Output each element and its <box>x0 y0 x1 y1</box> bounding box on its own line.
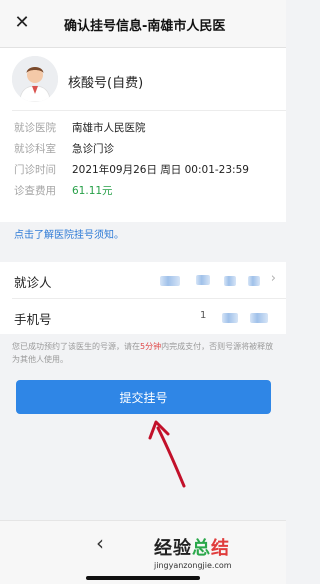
patient-name-redacted <box>196 275 210 285</box>
service-name: 核酸号(自费) <box>68 76 144 91</box>
watermark-url: jingyanzongjie.com <box>154 561 232 570</box>
doctor-row: 核酸号(自费) <box>12 56 274 106</box>
chevron-right-icon[interactable]: › <box>271 271 276 286</box>
phone-number-redacted <box>222 313 238 323</box>
patient-card: 就诊人 › 手机号 1 <box>0 262 286 334</box>
info-label: 就诊医院 <box>14 122 56 134</box>
info-value: 南雄市人民医院 <box>72 122 146 134</box>
patient-name-redacted <box>160 276 180 286</box>
watermark-cn: 经验总结 <box>154 538 230 559</box>
divider <box>12 110 286 111</box>
phone-label: 手机号 <box>14 312 52 327</box>
chevron-left-icon[interactable]: ‹ <box>96 533 104 553</box>
hint-time-limit: 5分钟 <box>140 342 162 351</box>
home-indicator <box>86 576 200 580</box>
info-row-department: 就诊科室 急诊门诊 <box>14 139 276 160</box>
doctor-avatar <box>12 56 58 102</box>
top-navigation-bar: ✕ 确认挂号信息-南雄市人民医 <box>0 0 286 48</box>
submit-registration-button[interactable]: 提交挂号 <box>16 380 271 414</box>
info-label: 诊查费用 <box>14 185 56 197</box>
info-row-time: 门诊时间 2021年09月26日 周日 00:01-23:59 <box>14 160 276 181</box>
appointment-info-card: 核酸号(自费) 就诊医院 南雄市人民医院 就诊科室 急诊门诊 门诊时间 2021… <box>0 48 286 248</box>
annotation-arrow <box>148 420 186 488</box>
page-title: 确认挂号信息-南雄市人民医 <box>64 19 226 33</box>
info-row-fee: 诊查费用 61.11元 <box>14 181 276 202</box>
patient-selector-row[interactable]: 就诊人 › <box>0 262 286 298</box>
close-icon[interactable]: ✕ <box>12 13 32 33</box>
hint-text-before: 您已成功预约了该医生的号源，请在 <box>12 342 140 351</box>
registration-notice-link[interactable]: 点击了解医院挂号须知。 <box>14 226 124 241</box>
patient-name-redacted <box>224 276 236 286</box>
phone-number-redacted <box>250 313 268 323</box>
patient-label: 就诊人 <box>14 275 52 290</box>
notice-strip: 点击了解医院挂号须知。 <box>0 222 286 260</box>
info-value: 急诊门诊 <box>72 143 114 155</box>
info-label: 门诊时间 <box>14 164 56 176</box>
payment-hint: 您已成功预约了该医生的号源，请在5分钟内完成支付，否则号源将被释放为其他人使用。 <box>12 340 274 366</box>
info-value: 2021年09月26日 周日 00:01-23:59 <box>72 164 249 176</box>
fee-value: 61.11元 <box>72 185 113 197</box>
phone-number-prefix: 1 <box>200 310 207 321</box>
appointment-info-list: 就诊医院 南雄市人民医院 就诊科室 急诊门诊 门诊时间 2021年09月26日 … <box>14 118 276 202</box>
phone-row: 手机号 1 <box>12 298 286 334</box>
info-label: 就诊科室 <box>14 143 56 155</box>
watermark: 经验总结 jingyanzongjie.com <box>154 534 284 570</box>
info-row-hospital: 就诊医院 南雄市人民医院 <box>14 118 276 139</box>
patient-name-redacted <box>248 276 260 286</box>
